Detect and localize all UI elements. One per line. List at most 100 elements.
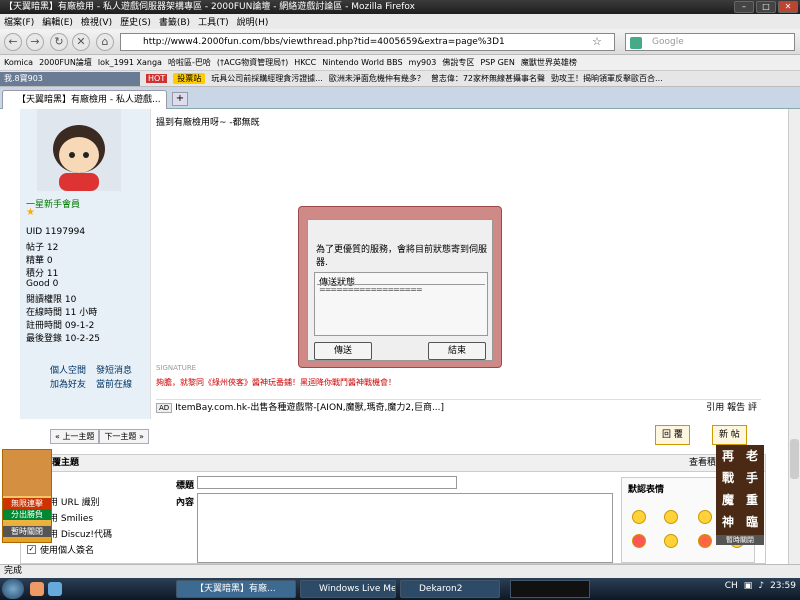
bookmark-item[interactable]: 魔獸世界英雄榜 (521, 57, 577, 68)
reply-button[interactable]: 回 覆 (655, 425, 690, 445)
start-button[interactable] (2, 579, 24, 599)
vertical-scrollbar[interactable] (788, 109, 800, 564)
emoticon-icon[interactable] (664, 534, 678, 548)
bookmark-item[interactable]: my903 (409, 58, 437, 67)
scroll-thumb[interactable] (790, 439, 799, 479)
quick-launch-icon[interactable] (30, 582, 44, 596)
bookmark-item[interactable]: (†ACG物資管理局†) (217, 57, 288, 68)
menu-bar: 檔案(F) 編輯(E) 檢視(V) 歷史(S) 書籤(B) 工具(T) 說明(H… (0, 14, 800, 29)
minimize-button[interactable]: – (734, 1, 754, 13)
user-stat: Good 0 (26, 279, 59, 289)
right-float-ad[interactable]: 再老 戰手 魔重 神臨 (716, 445, 764, 537)
tab-current[interactable]: 【天翼暗黑】有廠檢用 - 私人遊戲... (2, 90, 167, 109)
send-message-link[interactable]: 發短消息 (96, 363, 132, 376)
avatar (37, 109, 121, 191)
taskbar-dekaron[interactable]: Dekaron2 (400, 580, 500, 598)
maximize-button[interactable]: □ (756, 1, 776, 13)
bookmark-item[interactable]: Nintendo World BBS (322, 58, 402, 67)
user-stat: 註冊時間 09-1-2 (26, 321, 95, 331)
option-signature: ✓ 使用個人簽名 (27, 545, 95, 556)
ad-bar: AD ItemBay.com.hk-出售各種遊戲幣-[AION,魔獸,瑪奇,魔力… (156, 399, 761, 415)
profile-link[interactable]: 個人空間 (50, 363, 86, 376)
tab-bar: 【天翼暗黑】有廠檢用 - 私人遊戲... + (0, 87, 800, 109)
add-friend-link[interactable]: 加為好友 (50, 377, 86, 390)
emoticon-icon[interactable] (698, 534, 712, 548)
menu-help[interactable]: 說明(H) (237, 15, 269, 28)
menu-file[interactable]: 檔案(F) (4, 15, 34, 28)
addon-search[interactable]: 我.8寶903 (0, 71, 140, 86)
bookmark-item[interactable]: 佛說专区 (442, 57, 474, 68)
taskbar-messenger[interactable]: Windows Live Mes... (300, 580, 396, 598)
next-thread-button[interactable]: 下一主題 » (99, 429, 149, 444)
new-tab-button[interactable]: + (172, 92, 188, 106)
bookmark-item[interactable]: 哈啦區-巴哈 (168, 57, 211, 68)
hot-badge: HOT (146, 74, 168, 83)
ad-close-button[interactable]: 暫時關閉 (716, 535, 764, 545)
user-stat: 閱讀權限 10 (26, 295, 77, 305)
emoticon-icon[interactable] (632, 534, 646, 548)
prev-thread-button[interactable]: « 上一主題 (50, 429, 100, 444)
emoticon-icon[interactable] (632, 510, 646, 524)
bookmark-item[interactable]: 2000FUN論壇 (39, 57, 92, 68)
system-tray: CH ▣ ♪ 23:59 (725, 581, 796, 591)
bookmark-item[interactable]: lok_1991 Xanga (98, 58, 162, 67)
user-stat: 精華 0 (26, 256, 53, 266)
menu-history[interactable]: 歷史(S) (120, 15, 151, 28)
forward-icon[interactable]: → (26, 33, 44, 51)
stop-icon[interactable]: ✕ (72, 33, 90, 51)
post-actions[interactable]: 引用 報告 評 (706, 400, 757, 416)
send-button[interactable]: 傳送 (314, 342, 372, 360)
emoticon-icon[interactable] (664, 510, 678, 524)
user-stat: 帖子 12 (26, 243, 59, 253)
emoticon-icon[interactable] (698, 510, 712, 524)
taskbar-firefox[interactable]: 【天翼暗黑】有廠... (176, 580, 296, 598)
addon-toolbar: 我.8寶903 HOT 投票站 玩具公司前採購經理貪污證據... 歐洲未淨面危機… (0, 71, 800, 87)
quick-reply-panel: 快速回覆主題 查看積分策略說明 選項 禁用 URL 識別 禁用 Smilies … (20, 454, 766, 564)
home-icon[interactable]: ⌂ (96, 33, 114, 51)
progress-text: ================== (319, 285, 423, 294)
signature-text[interactable]: 夠膽，就黎同《綠州俠客》醬神玩番鋪！黑迴降你戰鬥醬神戰機會！ (156, 377, 396, 388)
menu-bookmarks[interactable]: 書籤(B) (159, 15, 190, 28)
subject-label: 標題 (176, 481, 195, 491)
menu-tools[interactable]: 工具(T) (198, 15, 229, 28)
error-report-dialog: 為了更優質的服務，會將目前狀態寄到伺服器. 傳送狀態 =============… (298, 206, 502, 368)
language-indicator[interactable]: CH (725, 581, 738, 591)
navigation-toolbar: ← → ↻ ✕ ⌂ http://www4.2000fun.com/bbs/vi… (0, 29, 800, 55)
clock[interactable]: 23:59 (770, 581, 796, 591)
thread-pager: « 上一主題 下一主題 » (20, 429, 149, 444)
bookmark-item[interactable]: HKCC (294, 58, 316, 67)
ad-close-button[interactable]: 暫時關閉 (3, 526, 51, 537)
menu-edit[interactable]: 編輯(E) (42, 15, 73, 28)
ad-link[interactable]: ItemBay.com.hk-出售各種遊戲幣-[AION,魔獸,瑪奇,魔力2,巨… (175, 403, 444, 413)
bookmarks-bar: Komica 2000FUN論壇 lok_1991 Xanga 哈啦區-巴哈 (… (0, 55, 800, 71)
reload-icon[interactable]: ↻ (50, 33, 68, 51)
menu-view[interactable]: 檢視(V) (81, 15, 112, 28)
vote-button[interactable]: 投票站 (173, 73, 206, 84)
url-bar[interactable]: http://www4.2000fun.com/bbs/viewthread.p… (120, 33, 615, 51)
taskbar-thumbnail[interactable] (510, 580, 590, 598)
window-title: 【天翼暗黑】有廠檢用 - 私人遊戲伺服器架構專區 - 2000FUN論壇 - 網… (4, 2, 415, 12)
content-label: 內容 (176, 498, 195, 508)
volume-icon[interactable]: ♪ (758, 581, 764, 591)
bookmark-item[interactable]: Komica (4, 58, 33, 67)
new-post-button[interactable]: 新 帖 (712, 425, 747, 445)
search-input[interactable]: Google (625, 33, 795, 51)
network-icon[interactable]: ▣ (744, 581, 753, 591)
bookmark-item[interactable]: PSP GEN (480, 58, 515, 67)
quick-launch-icon[interactable] (48, 582, 62, 596)
left-float-ad[interactable]: 無限連擊 分出勝負 暫時關閉 (2, 449, 52, 543)
user-stat: 在線時間 11 小時 (26, 308, 98, 318)
content-textarea[interactable] (197, 493, 613, 563)
news-item[interactable]: 玩具公司前採購經理貪污證據... (211, 73, 323, 84)
news-item[interactable]: 歐洲未淨面危機仲有幾多？ (329, 73, 425, 84)
end-button[interactable]: 結束 (428, 342, 486, 360)
back-icon[interactable]: ← (4, 33, 22, 51)
user-stat: 積分 11 (26, 269, 59, 279)
close-button[interactable]: ✕ (778, 1, 798, 13)
bookmark-star-icon[interactable]: ☆ (592, 35, 602, 48)
news-item[interactable]: 勁攻王！揭晌領軍反擊歐百合... (551, 73, 663, 84)
status-box: 傳送狀態 ================== (314, 272, 488, 336)
subject-input[interactable] (197, 476, 457, 489)
checkbox-checked[interactable]: ✓ (27, 545, 36, 554)
news-item[interactable]: 曾志偉：72家杯無線甚攝事名聲 (431, 73, 545, 84)
